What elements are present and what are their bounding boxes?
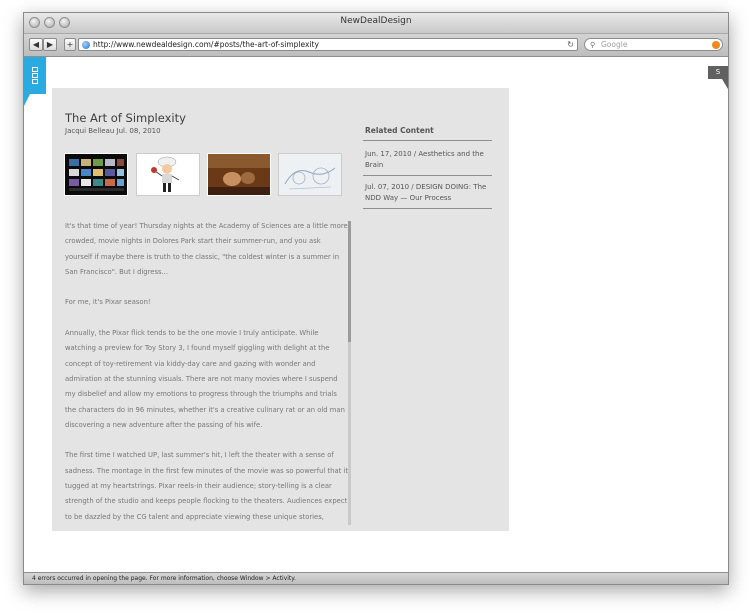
post-paragraph-2: For me, it's Pixar season! [65,298,151,307]
post-panel: The Art of Simplexity Jacqui Belleau Jul… [52,88,509,531]
post-title: The Art of Simplexity [65,111,186,125]
thumbnail-chef-character[interactable] [136,153,200,196]
url-text[interactable]: http://www.newdealdesign.com/#posts/the-… [93,39,319,51]
address-bar[interactable]: http://www.newdealdesign.com/#posts/the-… [78,38,578,51]
back-button[interactable]: ◀ [29,38,43,51]
post-paragraph-3: Annually, the Pixar flick tends to be th… [65,329,345,429]
browser-toolbar: ◀ ▶ + http://www.newdealdesign.com/#post… [24,34,728,57]
window-title: NewDealDesign [340,16,412,26]
sketch-image [279,154,341,195]
post-paragraph-1: It's that time of year! Thursday nights … [65,222,348,276]
related-content-heading: Related Content [365,126,434,135]
movie-grid-image [65,154,127,195]
related-item-1[interactable]: Jun. 17, 2010 / Aesthetics and the Brain [365,149,493,171]
thumbnail-sketch[interactable] [278,153,342,196]
magnifier-icon: ⚲ [590,41,596,49]
related-divider [363,140,492,141]
title-bar: NewDealDesign [24,13,728,34]
post-scrollbar-thumb[interactable] [348,221,351,342]
browser-window: NewDealDesign ◀ ▶ + http://www.newdealde… [23,12,729,585]
thumbnail-ratatouille-scene[interactable] [207,153,271,196]
add-bookmark-button[interactable]: + [64,38,76,51]
related-item-2[interactable]: Jul. 07, 2010 / DESIGN DOING: The NDD Wa… [365,182,493,204]
search-field[interactable]: ⚲ Google [584,38,723,51]
post-paragraph-4: The first time I watched UP, last summer… [65,451,348,521]
post-body: It's that time of year! Thursday nights … [65,219,348,524]
related-divider [363,208,492,209]
chef-character-image [137,154,199,195]
reload-icon[interactable]: ↻ [567,39,574,51]
forward-button[interactable]: ▶ [43,38,57,51]
thumbnail-movie-grid[interactable] [64,153,128,196]
s-tab[interactable]: S [708,66,728,89]
search-placeholder: Google [601,40,628,49]
status-bar: 4 errors occurred in opening the page. F… [24,572,728,584]
rss-icon[interactable] [712,40,720,49]
post-meta: Jacqui Belleau Jul. 08, 2010 [65,127,161,135]
status-text: 4 errors occurred in opening the page. F… [32,575,296,582]
menu-icon [32,67,38,84]
globe-icon [82,41,90,49]
site-menu-tab[interactable] [24,57,46,106]
ratatouille-scene-image [208,154,270,195]
related-divider [363,175,492,176]
page-viewport: S The Art of Simplexity Jacqui Belleau J… [24,57,728,572]
